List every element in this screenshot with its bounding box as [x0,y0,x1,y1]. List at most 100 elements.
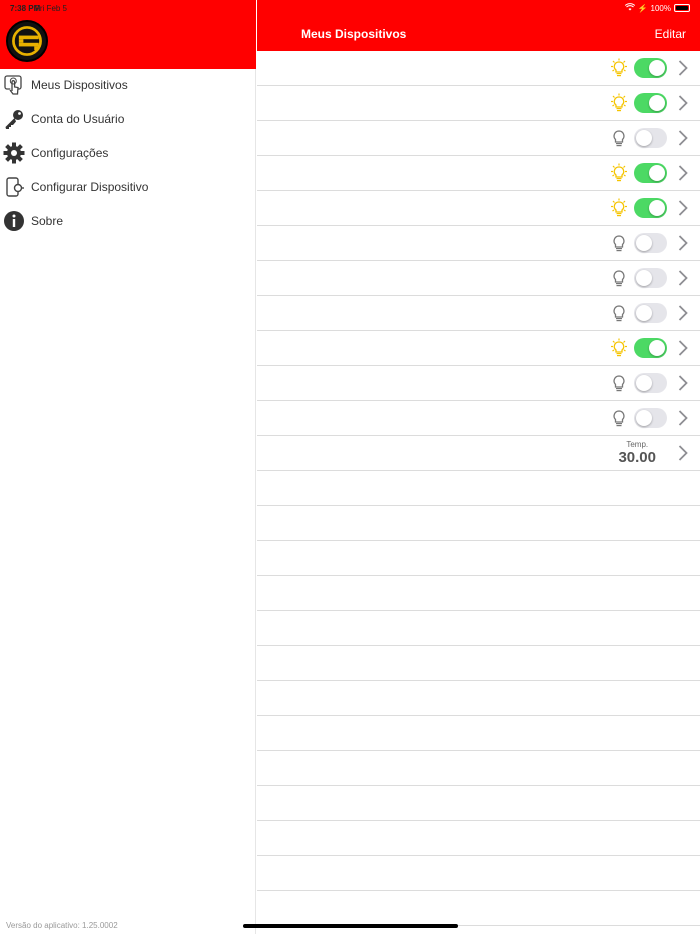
row-controls [610,191,688,225]
toggle-knob [636,270,652,286]
app-version: Versão do aplicativo: 1.25.0002 [6,921,118,930]
battery-icon [674,4,690,12]
sidebar-item-label: Configurar Dispositivo [31,180,149,194]
device-row[interactable] [257,401,700,436]
device-toggle[interactable] [634,163,667,183]
device-toggle[interactable] [634,303,667,323]
empty-row [257,681,700,716]
device-row[interactable] [257,156,700,191]
empty-row [257,646,700,681]
bulb-on-icon [610,198,628,218]
sidebar-item-label: Meus Dispositivos [31,78,128,92]
device-toggle[interactable] [634,198,667,218]
device-toggle[interactable] [634,268,667,288]
empty-row [257,541,700,576]
app-logo [6,20,48,62]
row-controls [610,296,688,330]
toggle-knob [636,410,652,426]
sidebar-item-label: Conta do Usuário [31,112,125,126]
bulb-on-icon [610,338,628,358]
temperature-row[interactable]: Temp. 30.00 [257,436,700,471]
bulb-off-icon [610,128,628,148]
chevron-right-icon[interactable] [678,60,688,76]
home-indicator[interactable] [243,924,458,928]
row-controls [610,51,688,85]
device-row[interactable] [257,86,700,121]
toggle-knob [649,340,665,356]
sidebar-item-configuracoes[interactable]: Configurações [0,136,256,170]
empty-row [257,576,700,611]
battery-percent: 100% [650,3,671,13]
chevron-right-icon[interactable] [678,95,688,111]
row-controls [610,86,688,120]
edit-button[interactable]: Editar [655,27,686,41]
empty-row [257,856,700,891]
row-controls [610,156,688,190]
device-toggle[interactable] [634,233,667,253]
chevron-right-icon[interactable] [678,270,688,286]
toggle-knob [636,130,652,146]
info-icon [3,210,25,232]
sidebar-item-meus-dispositivos[interactable]: Meus Dispositivos [0,68,256,102]
device-toggle[interactable] [634,128,667,148]
row-controls [610,226,688,260]
main-panel: Meus Dispositivos Editar Temp. 30.00 [257,0,700,934]
temperature-label: Temp. [626,440,649,449]
toggle-knob [636,235,652,251]
page-title: Meus Dispositivos [301,27,407,41]
row-controls: Temp. 30.00 [618,436,688,470]
toggle-knob [649,200,665,216]
chevron-right-icon[interactable] [678,235,688,251]
temperature-readout: Temp. 30.00 [618,440,656,466]
toggle-knob [649,95,665,111]
chevron-right-icon[interactable] [678,200,688,216]
row-controls [610,366,688,400]
empty-row [257,716,700,751]
device-row[interactable] [257,331,700,366]
bulb-off-icon [610,303,628,323]
bulb-on-icon [610,58,628,78]
sidebar-menu: Meus Dispositivos Conta do Usuário Confi… [0,68,256,238]
bulb-off-icon [610,373,628,393]
device-row[interactable] [257,261,700,296]
toggle-knob [649,60,665,76]
device-row[interactable] [257,366,700,401]
touch-icon [3,74,25,96]
sidebar-item-label: Configurações [31,146,109,160]
temperature-value: 30.00 [618,449,656,466]
device-row[interactable] [257,226,700,261]
bulb-off-icon [610,233,628,253]
status-date: Fri Feb 5 [35,4,68,13]
device-row[interactable] [257,191,700,226]
device-row[interactable] [257,121,700,156]
row-controls [610,261,688,295]
sidebar-item-sobre[interactable]: Sobre [0,204,256,238]
device-toggle[interactable] [634,408,667,428]
chevron-right-icon[interactable] [678,375,688,391]
device-toggle[interactable] [634,373,667,393]
sidebar-item-conta-do-usuario[interactable]: Conta do Usuário [0,102,256,136]
bulb-on-icon [610,163,628,183]
device-toggle[interactable] [634,93,667,113]
chevron-right-icon[interactable] [678,130,688,146]
device-toggle[interactable] [634,338,667,358]
bulb-off-icon [610,408,628,428]
row-controls [610,121,688,155]
row-controls [610,401,688,435]
device-row[interactable] [257,51,700,86]
sidebar-item-configurar-dispositivo[interactable]: Configurar Dispositivo [0,170,256,204]
chevron-right-icon[interactable] [678,165,688,181]
charging-icon: ⚡ [637,3,648,13]
row-controls [610,331,688,365]
toggle-knob [636,305,652,321]
chevron-right-icon[interactable] [678,410,688,426]
device-row[interactable] [257,296,700,331]
status-indicators: ⚡ 100% [624,3,690,13]
toggle-knob [636,375,652,391]
empty-row [257,506,700,541]
device-toggle[interactable] [634,58,667,78]
empty-row [257,471,700,506]
chevron-right-icon[interactable] [678,445,688,461]
chevron-right-icon[interactable] [678,305,688,321]
chevron-right-icon[interactable] [678,340,688,356]
